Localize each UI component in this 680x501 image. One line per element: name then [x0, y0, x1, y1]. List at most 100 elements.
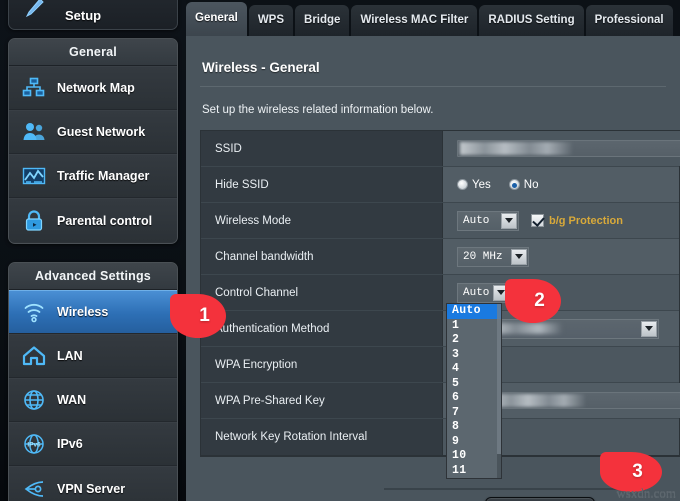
- sidebar-item-ipv6[interactable]: IPv6 IPv6: [9, 422, 177, 466]
- channel-bandwidth-select[interactable]: 20 MHz: [457, 247, 529, 267]
- radio-circle-selected-icon: [509, 179, 520, 190]
- tab-wps[interactable]: WPS: [249, 5, 293, 36]
- ipv6-globe-icon: IPv6: [19, 429, 49, 459]
- sidebar: Setup General Network Map: [0, 0, 186, 501]
- wireless-mode-select[interactable]: Auto: [457, 211, 519, 231]
- chevron-down-icon[interactable]: [501, 213, 517, 229]
- traffic-manager-icon: [19, 161, 49, 191]
- sidebar-card-advanced: Advanced Settings Wireless: [8, 262, 178, 501]
- watermark: wsxdn.com: [616, 485, 676, 501]
- row-label: Wireless Mode: [201, 203, 443, 238]
- sidebar-item-label: VPN Server: [57, 482, 125, 496]
- page-subtitle: Set up the wireless related information …: [202, 104, 433, 116]
- table-row: Network Key Rotation Interval: [201, 419, 679, 455]
- row-value: Yes No: [443, 167, 679, 202]
- tab-radius-setting[interactable]: RADIUS Setting: [479, 5, 583, 36]
- dropdown-option-6[interactable]: 6: [447, 391, 501, 406]
- row-label: Hide SSID: [201, 167, 443, 202]
- sidebar-item-lan[interactable]: LAN: [9, 334, 177, 378]
- page-title: Wireless - General: [202, 60, 320, 75]
- sidebar-item-traffic-manager[interactable]: Traffic Manager: [9, 154, 177, 198]
- wpa-preshared-key-input[interactable]: [487, 392, 680, 409]
- table-row: Wireless Mode Auto b/g Protection: [201, 203, 679, 239]
- dropdown-option-9[interactable]: 9: [447, 435, 501, 450]
- checkbox-label: b/g Protection: [549, 215, 623, 227]
- wand-icon: [19, 0, 49, 23]
- globe-icon: [19, 385, 49, 415]
- select-value: Auto: [458, 287, 493, 299]
- apply-button[interactable]: Apply: [485, 497, 595, 501]
- sidebar-item-label: LAN: [57, 349, 83, 363]
- title-divider: [200, 86, 666, 87]
- guest-network-icon: [19, 117, 49, 147]
- ssid-input[interactable]: [457, 140, 680, 157]
- table-row: Control Channel Auto: [201, 275, 679, 311]
- table-row: Hide SSID Yes No: [201, 167, 679, 203]
- sidebar-item-parental-control[interactable]: Parental control: [9, 198, 177, 242]
- control-channel-select[interactable]: Auto: [457, 283, 511, 303]
- dropdown-option-auto[interactable]: Auto: [447, 304, 501, 319]
- table-row: Channel bandwidth 20 MHz: [201, 239, 679, 275]
- row-label: Authentication Method: [201, 311, 443, 346]
- row-label: WPA Pre-Shared Key: [201, 383, 443, 418]
- table-row: Authentication Method: [201, 311, 679, 347]
- dropdown-option-10[interactable]: 10: [447, 449, 501, 464]
- dropdown-scrollbar[interactable]: [497, 304, 501, 479]
- dropdown-option-7[interactable]: 7: [447, 406, 501, 421]
- sidebar-group-header-general: General: [9, 39, 177, 66]
- dropdown-option-5[interactable]: 5: [447, 377, 501, 392]
- table-row: WPA Pre-Shared Key: [201, 383, 679, 419]
- radio-circle-icon: [457, 179, 468, 190]
- callout-number: 2: [505, 279, 561, 323]
- router-admin-window: Setup General Network Map: [0, 0, 680, 501]
- blurred-value: [490, 394, 585, 407]
- dropdown-option-8[interactable]: 8: [447, 420, 501, 435]
- radio-label: No: [524, 179, 539, 191]
- checkbox-checked-icon: [531, 214, 544, 227]
- bg-protection-checkbox[interactable]: b/g Protection: [531, 214, 623, 227]
- chevron-down-icon[interactable]: [641, 321, 657, 337]
- hide-ssid-radio-yes[interactable]: Yes: [457, 179, 491, 191]
- sidebar-item-label: Guest Network: [57, 125, 145, 139]
- sidebar-item-vpn-server[interactable]: VPN Server: [9, 466, 177, 501]
- sidebar-item-label: IPv6: [57, 437, 83, 451]
- sidebar-item-label: Traffic Manager: [57, 169, 149, 183]
- main-content: General WPS Bridge Wireless MAC Filter R…: [186, 0, 680, 501]
- hide-ssid-radio-group: Yes No: [457, 179, 551, 191]
- row-label: Control Channel: [201, 275, 443, 310]
- dropdown-option-4[interactable]: 4: [447, 362, 501, 377]
- radio-label: Yes: [472, 179, 491, 191]
- sidebar-item-setup[interactable]: Setup: [9, 0, 177, 29]
- row-label: Network Key Rotation Interval: [201, 419, 443, 455]
- callout-number: 1: [170, 294, 226, 338]
- dropdown-option-2[interactable]: 2: [447, 333, 501, 348]
- sidebar-item-guest-network[interactable]: Guest Network: [9, 110, 177, 154]
- dropdown-option-3[interactable]: 3: [447, 348, 501, 363]
- dropdown-option-11[interactable]: 11: [447, 464, 501, 479]
- select-value: 20 MHz: [458, 251, 507, 263]
- tab-professional[interactable]: Professional: [586, 5, 673, 36]
- row-label: WPA Encryption: [201, 347, 443, 382]
- row-label: SSID: [201, 131, 443, 166]
- sidebar-item-wireless[interactable]: Wireless: [9, 290, 177, 334]
- tab-bar: General WPS Bridge Wireless MAC Filter R…: [186, 0, 680, 36]
- select-value: Auto: [458, 215, 493, 227]
- sidebar-item-label: Wireless: [57, 305, 108, 319]
- sidebar-item-network-map[interactable]: Network Map: [9, 66, 177, 110]
- tab-wireless-mac-filter[interactable]: Wireless MAC Filter: [351, 5, 477, 36]
- blurred-value: [460, 142, 572, 155]
- control-channel-dropdown-list[interactable]: Auto 1 2 3 4 5 6 7 8 9 10 11: [446, 303, 502, 479]
- vpn-key-icon: [19, 474, 49, 501]
- sidebar-item-wan[interactable]: WAN: [9, 378, 177, 422]
- tab-bridge[interactable]: Bridge: [295, 5, 349, 36]
- tab-general[interactable]: General: [186, 2, 247, 36]
- hide-ssid-radio-no[interactable]: No: [509, 179, 539, 191]
- sidebar-item-label: Network Map: [57, 81, 135, 95]
- sidebar-group-header-advanced: Advanced Settings: [9, 263, 177, 290]
- callout-marker-2: 2: [505, 279, 561, 323]
- settings-table: SSID Hide SSID Yes: [200, 130, 680, 457]
- chevron-down-icon[interactable]: [511, 249, 527, 265]
- scrollbar-thumb[interactable]: [497, 304, 501, 454]
- settings-sheet: Wireless - General Set up the wireless r…: [186, 36, 680, 501]
- dropdown-option-1[interactable]: 1: [447, 319, 501, 334]
